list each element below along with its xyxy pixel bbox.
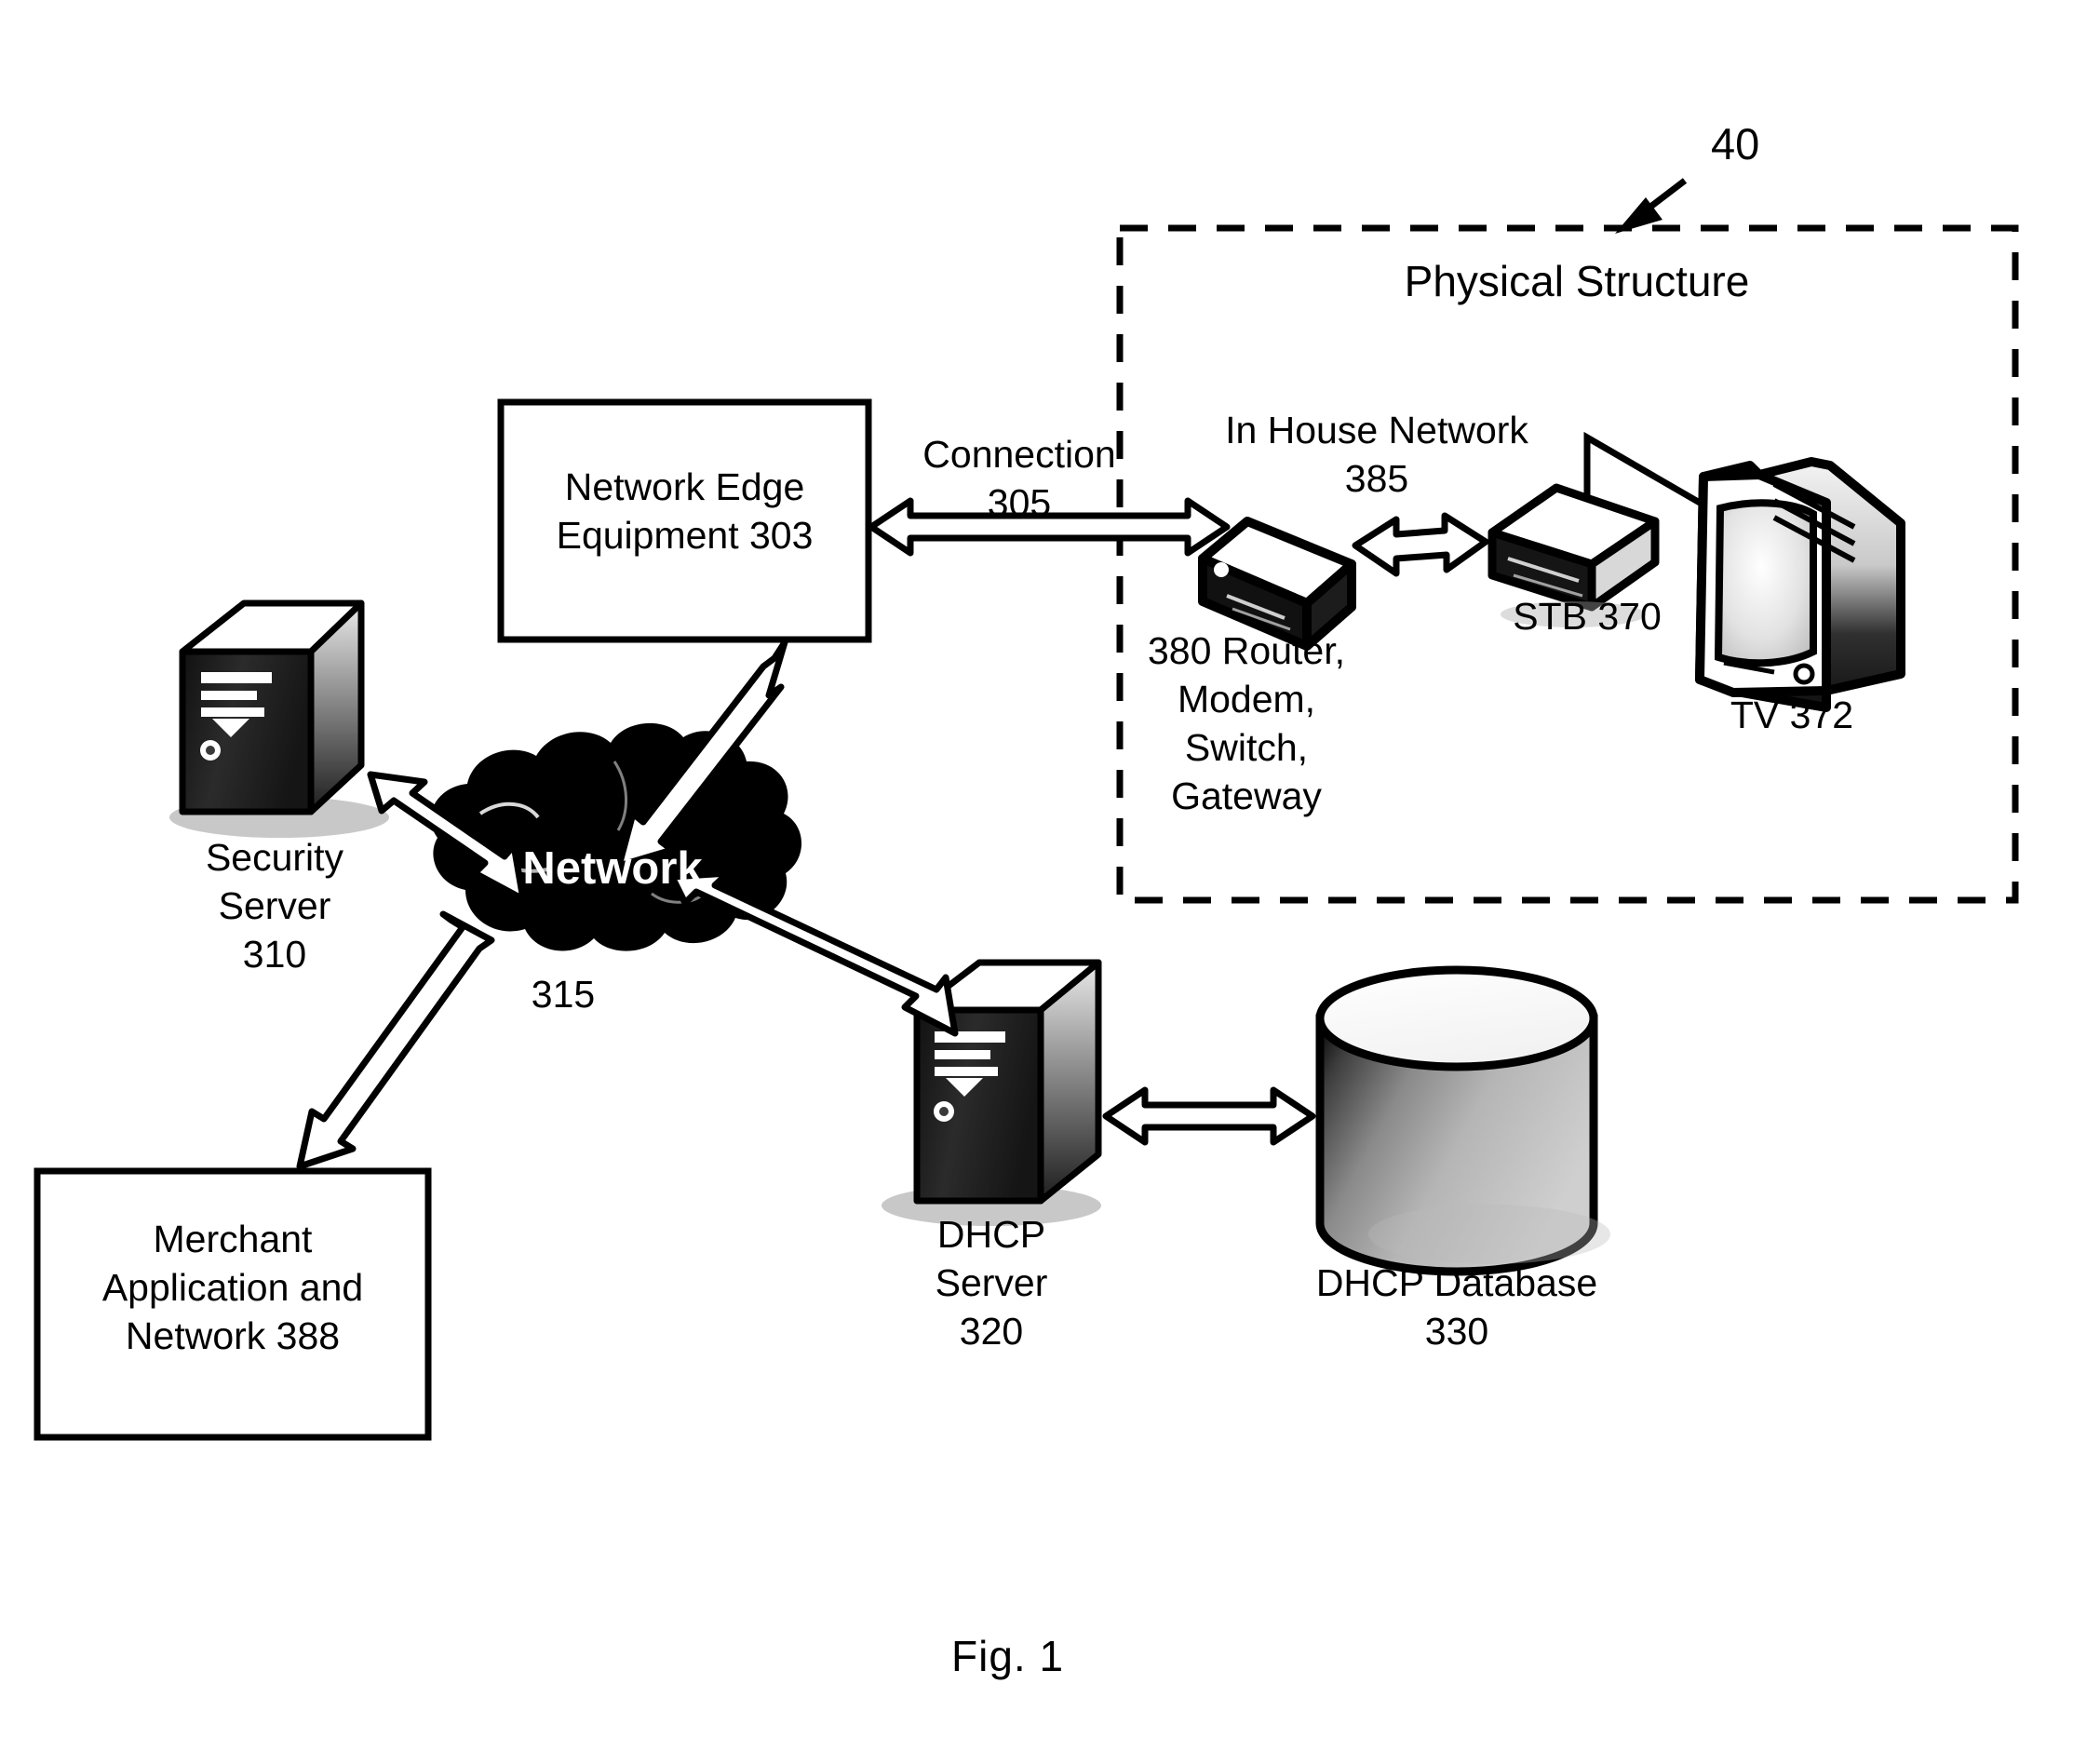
dhcp-database-graphic [1315, 965, 1610, 1276]
security-server-graphic [169, 599, 389, 838]
tv-graphic [1695, 457, 1905, 712]
router-line1: 380 Router, [1148, 629, 1345, 672]
router-label: 380 Router, Modem, Switch, Gateway [1104, 626, 1389, 820]
security-server-line1: Security [205, 836, 344, 879]
arrow-dhcp-to-database [1102, 1086, 1316, 1146]
physical-structure-title: Physical Structure [1404, 257, 1750, 305]
network-cloud-numeral: 315 [531, 973, 596, 1016]
connection-305-line2: 305 [987, 481, 1052, 524]
figure-caption: Fig. 1 [951, 1632, 1065, 1680]
network-cloud-label: Network [522, 843, 703, 894]
network-edge-equipment-line1: Network Edge [564, 465, 805, 508]
tv-label: TV 372 [1730, 694, 1854, 736]
arrow-network-to-dhcp [668, 869, 959, 1037]
merchant-application-line3: Network 388 [125, 1314, 341, 1357]
in-house-network-385-label: In House Network 385 [1177, 406, 1577, 503]
merchant-application-line2: Application and [101, 1266, 364, 1309]
stb-tv-cable [1583, 431, 1702, 506]
dhcp-server-line1: DHCP [936, 1213, 1046, 1256]
stb-label: STB 370 [1513, 595, 1662, 638]
router-line3: Switch, [1184, 726, 1309, 769]
patent-figure-page: 40 Physical Structure Network Edge Equip… [0, 0, 2100, 1751]
arrow-in-house-network-385 [1352, 512, 1489, 577]
network-edge-equipment-line2: Equipment 303 [556, 514, 814, 557]
network-edge-equipment-label: Network Edge Equipment 303 [501, 463, 868, 559]
router-line2: Modem, [1177, 678, 1316, 721]
security-server-label: Security Server 310 [140, 833, 410, 978]
merchant-application-line1: Merchant [153, 1218, 313, 1260]
dhcp-server-label: DHCP Server 320 [875, 1210, 1108, 1355]
security-server-line3: 310 [242, 933, 307, 976]
in-house-network-385-line1: In House Network [1225, 409, 1528, 451]
router-line4: Gateway [1171, 774, 1322, 817]
dhcp-server-line3: 320 [959, 1310, 1024, 1353]
in-house-network-385-line2: 385 [1344, 457, 1409, 500]
dhcp-database-line2: 330 [1424, 1310, 1489, 1353]
security-server-line2: Server [218, 884, 331, 927]
dhcp-database-label: DHCP Database 330 [1252, 1259, 1662, 1355]
dhcp-database-line1: DHCP Database [1315, 1261, 1598, 1304]
dhcp-server-line2: Server [935, 1261, 1048, 1304]
connection-305-label: Connection 305 [884, 430, 1154, 527]
reference-numeral-40: 40 [1711, 119, 1760, 168]
merchant-application-label: Merchant Application and Network 388 [37, 1215, 428, 1360]
connection-305-line1: Connection [922, 433, 1116, 476]
